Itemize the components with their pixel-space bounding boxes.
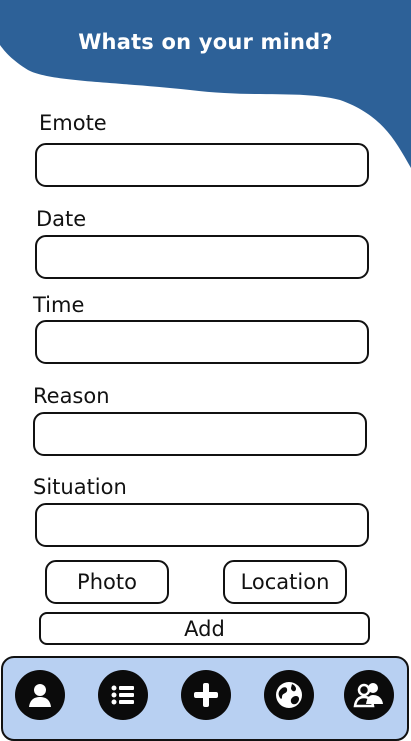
list-icon[interactable]	[98, 670, 148, 720]
time-field[interactable]	[35, 320, 369, 364]
page-title: Whats on your mind?	[78, 30, 333, 54]
add-icon[interactable]	[181, 670, 231, 720]
photo-button[interactable]: Photo	[45, 560, 169, 604]
bottom-nav	[1, 656, 409, 741]
group-icon[interactable]	[344, 670, 394, 720]
time-label: Time	[33, 293, 85, 317]
date-label: Date	[36, 207, 87, 231]
date-field[interactable]	[35, 235, 369, 279]
reason-label: Reason	[33, 384, 110, 408]
situation-label: Situation	[33, 475, 127, 499]
emote-label: Emote	[39, 111, 107, 135]
profile-icon[interactable]	[15, 670, 65, 720]
situation-field[interactable]	[35, 503, 369, 547]
emote-field[interactable]	[35, 143, 369, 187]
globe-icon[interactable]	[264, 670, 314, 720]
add-button[interactable]: Add	[39, 612, 370, 645]
location-button[interactable]: Location	[223, 560, 347, 604]
reason-field[interactable]	[33, 412, 367, 456]
